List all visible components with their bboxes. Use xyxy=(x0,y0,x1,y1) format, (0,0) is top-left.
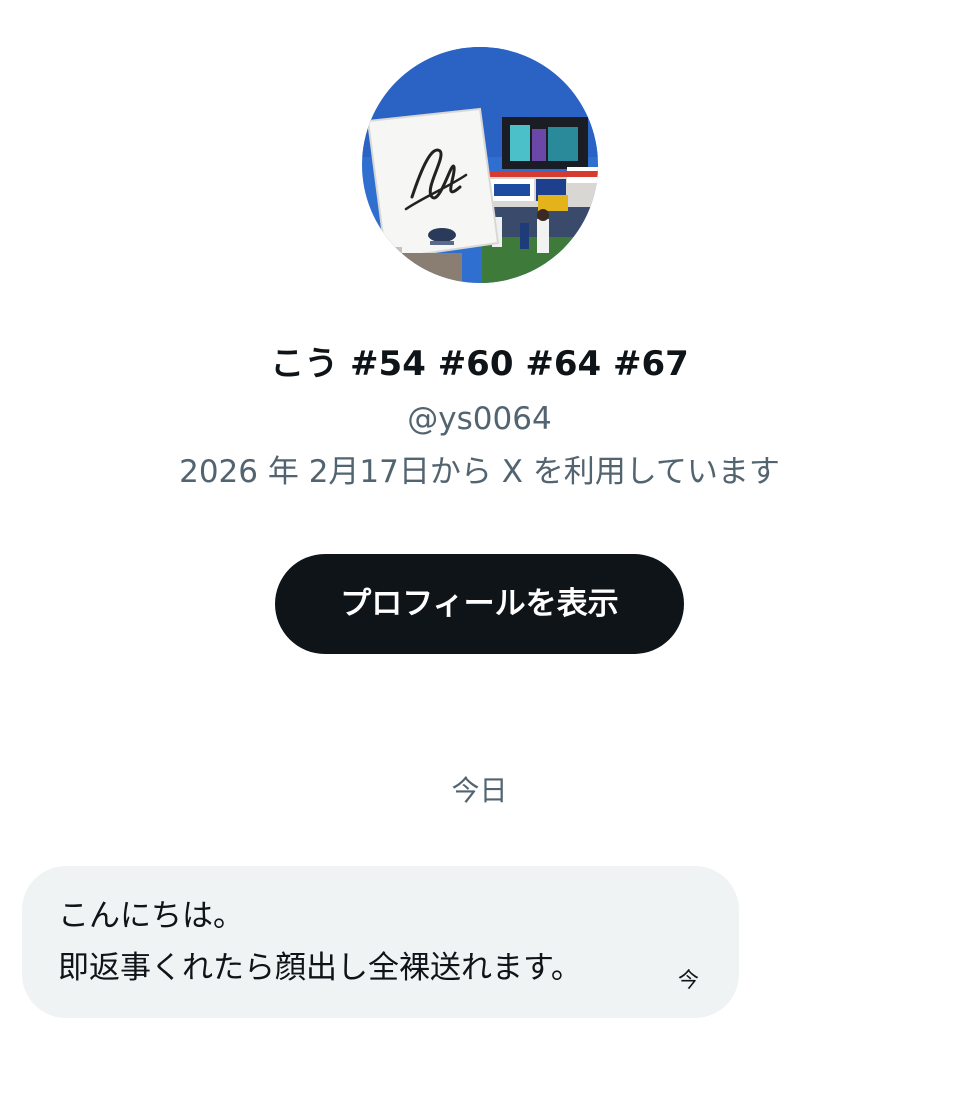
profile-name: こう #54 #60 #64 #67 xyxy=(270,344,689,384)
message-timestamp: 今 xyxy=(678,968,699,992)
message-text-line: 即返事くれたら顔出し全裸送れます。 xyxy=(58,950,582,986)
message-bubble[interactable]: こんにちは。 即返事くれたら顔出し全裸送れます。 xyxy=(22,866,739,1018)
message-text-line: こんにちは。 xyxy=(58,898,244,934)
view-profile-button[interactable]: プロフィールを表示 xyxy=(275,554,684,654)
profile-joined-date: 2026 年 2月17日から X を利用しています xyxy=(179,454,780,490)
date-divider: 今日 xyxy=(451,774,508,807)
avatar[interactable] xyxy=(362,47,598,283)
avatar-image xyxy=(362,47,598,283)
profile-handle: @ys0064 xyxy=(407,401,552,437)
